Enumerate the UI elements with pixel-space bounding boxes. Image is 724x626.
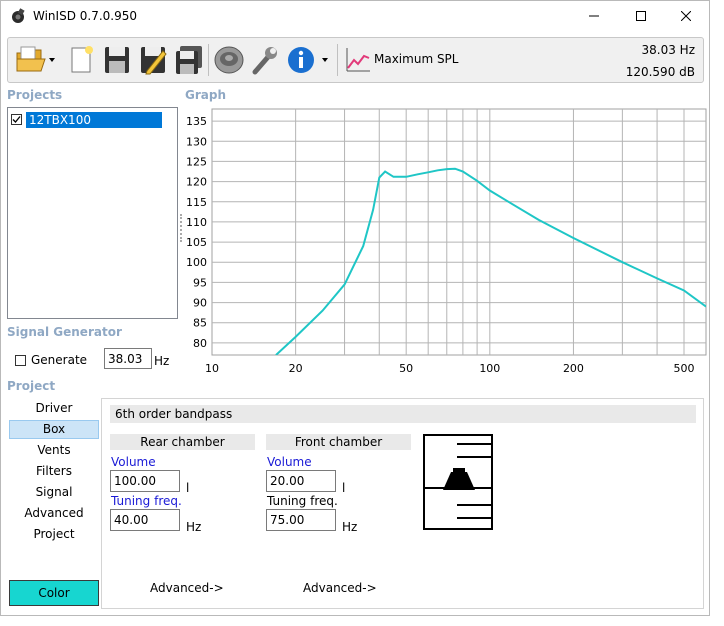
color-button[interactable]: Color (9, 580, 99, 606)
minimize-icon (589, 15, 599, 17)
rear-tuning-unit: Hz (186, 520, 202, 534)
projects-section-label: Projects (7, 88, 63, 102)
project-section-label: Project (7, 379, 56, 393)
close-icon (681, 11, 691, 21)
toolbar-separator (337, 44, 338, 76)
wrench-icon (252, 47, 277, 75)
x-tick-label: 100 (479, 362, 500, 375)
open-folder-icon (16, 46, 55, 72)
new-project-button[interactable] (64, 42, 98, 78)
x-tick-label: 200 (563, 362, 584, 375)
front-volume-input[interactable]: 20.00 (266, 470, 336, 492)
rear-volume-label: Volume (111, 455, 156, 469)
rear-volume-unit: l (186, 481, 190, 495)
maximize-icon (636, 11, 646, 21)
y-tick-label: 85 (193, 317, 207, 330)
app-icon (12, 8, 25, 23)
front-volume-label: Volume (267, 455, 312, 469)
generate-label: Generate (31, 353, 88, 367)
generator-frequency-unit: Hz (154, 354, 170, 368)
floppy-disk-icon (105, 47, 129, 73)
list-item[interactable]: 12TBX100 (11, 111, 162, 128)
y-tick-label: 100 (186, 256, 207, 269)
signal-generator-section-label: Signal Generator (7, 325, 122, 339)
front-tuning-label: Tuning freq. (267, 494, 338, 508)
y-tick-label: 125 (186, 155, 207, 168)
save-edit-icon (141, 47, 167, 75)
graph-mode-label: Maximum SPL (374, 52, 459, 66)
nav-advanced[interactable]: Advanced (9, 504, 99, 523)
app-window: WinISD 0.7.0.950 Maximum SPL 38.03 Hz 12… (0, 0, 710, 616)
front-volume-unit: l (342, 481, 346, 495)
nav-driver[interactable]: Driver (9, 399, 99, 418)
project-name: 12TBX100 (26, 111, 162, 128)
generator-frequency-input[interactable]: 38.03 (104, 348, 152, 369)
close-button[interactable] (663, 1, 709, 31)
plot-area (211, 108, 707, 356)
box-type-label: 6th order bandpass (110, 405, 696, 423)
nav-box[interactable]: Box (9, 420, 99, 439)
bandpass-box-diagram (423, 434, 493, 530)
rear-advanced-link[interactable]: Advanced-> (150, 581, 224, 595)
save-button[interactable] (100, 42, 134, 78)
cursor-spl-readout: 120.590 dB (625, 65, 695, 79)
x-tick-label: 20 (289, 362, 303, 375)
speaker-driver-icon (214, 46, 244, 74)
y-tick-label: 90 (193, 297, 207, 310)
save-all-button[interactable] (172, 42, 206, 78)
checkmark-icon (12, 116, 21, 123)
y-tick-label: 115 (186, 196, 207, 209)
box-settings-panel (101, 398, 704, 609)
nav-filters[interactable]: Filters (9, 462, 99, 481)
rear-tuning-input[interactable]: 40.00 (110, 509, 180, 531)
driver-editor-button[interactable] (212, 42, 246, 78)
multiple-floppy-icon (176, 46, 202, 74)
open-project-button[interactable] (14, 42, 58, 78)
y-tick-label: 135 (186, 115, 207, 128)
maximize-button[interactable] (618, 1, 664, 31)
x-tick-label: 50 (399, 362, 413, 375)
front-advanced-link[interactable]: Advanced-> (303, 581, 377, 595)
generate-toggle[interactable]: Generate (15, 353, 87, 367)
projects-list[interactable]: 12TBX100 (7, 107, 178, 319)
generate-checkbox[interactable] (15, 354, 26, 366)
minimize-button[interactable] (571, 1, 617, 31)
cursor-frequency-readout: 38.03 Hz (641, 43, 696, 57)
y-tick-label: 120 (186, 176, 207, 189)
y-tick-label: 105 (186, 236, 207, 249)
about-button[interactable] (284, 42, 334, 78)
front-tuning-input[interactable]: 75.00 (266, 509, 336, 531)
rear-tuning-label: Tuning freq. (111, 494, 182, 508)
rear-volume-input[interactable]: 100.00 (110, 470, 180, 492)
save-as-button[interactable] (136, 42, 170, 78)
y-tick-label: 130 (186, 135, 207, 148)
info-icon (288, 47, 328, 73)
y-tick-label: 110 (186, 216, 207, 229)
graph-section-label: Graph (185, 88, 226, 102)
project-visibility-checkbox[interactable] (11, 114, 22, 125)
rear-chamber-header: Rear chamber (110, 434, 255, 450)
front-chamber-header: Front chamber (266, 434, 411, 450)
front-tuning-unit: Hz (342, 520, 358, 534)
spl-graph-icon (346, 48, 370, 72)
y-tick-label: 95 (193, 276, 207, 289)
title-bar: WinISD 0.7.0.950 (1, 1, 709, 31)
nav-vents[interactable]: Vents (9, 441, 99, 460)
graph-type-button[interactable] (341, 42, 375, 78)
tools-button[interactable] (248, 42, 282, 78)
spl-graph[interactable]: 80 85 90 95 100 105 110 115 120 125 130 135 10 20 50 10… (179, 103, 709, 379)
x-tick-label: 10 (205, 362, 219, 375)
y-tick-label: 80 (193, 337, 207, 350)
new-document-icon (71, 46, 93, 73)
toolbar-separator (208, 44, 209, 76)
x-tick-label: 500 (674, 362, 695, 375)
nav-signal[interactable]: Signal (9, 483, 99, 502)
window-title: WinISD 0.7.0.950 (33, 9, 138, 23)
nav-project[interactable]: Project (9, 525, 99, 544)
toolbar: Maximum SPL 38.03 Hz 120.590 dB (7, 37, 704, 83)
